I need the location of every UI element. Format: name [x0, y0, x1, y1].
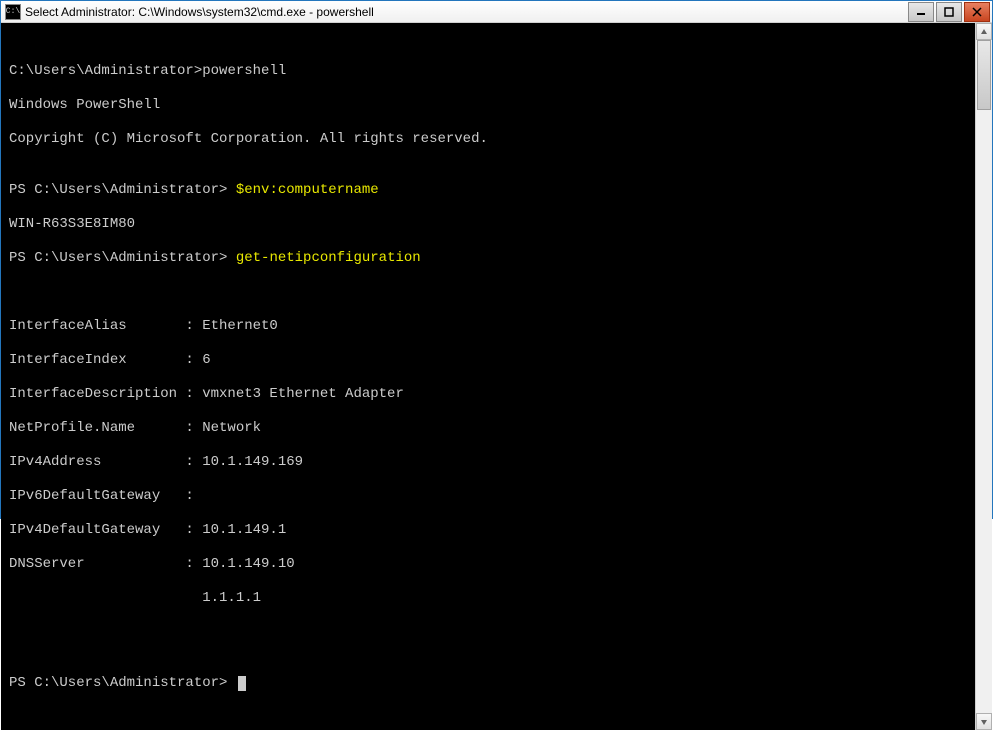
- vertical-scrollbar[interactable]: [975, 23, 992, 730]
- config-row: InterfaceDescription: vmxnet3 Ethernet A…: [9, 386, 971, 403]
- output-line: Windows PowerShell: [9, 97, 971, 114]
- close-button[interactable]: [964, 2, 990, 22]
- config-row: InterfaceIndex: 6: [9, 352, 971, 369]
- console-window: C:\ Select Administrator: C:\Windows\sys…: [0, 0, 993, 519]
- colon-blank: [185, 590, 202, 607]
- ps-prompt: PS C:\Users\Administrator>: [9, 675, 236, 691]
- colon: :: [185, 420, 202, 437]
- colon: :: [185, 318, 202, 335]
- colon: :: [185, 522, 202, 539]
- config-label: NetProfile.Name: [9, 420, 185, 437]
- config-value: Network: [202, 420, 261, 437]
- command-input: $env:computername: [236, 182, 379, 198]
- output-line: PS C:\Users\Administrator> get-netipconf…: [9, 250, 971, 267]
- colon: :: [185, 488, 202, 505]
- config-value: 1.1.1.1: [202, 590, 261, 607]
- colon: :: [185, 352, 202, 369]
- config-label: InterfaceAlias: [9, 318, 185, 335]
- client-area: C:\Users\Administrator>powershell Window…: [1, 23, 992, 730]
- config-label: InterfaceIndex: [9, 352, 185, 369]
- ps-prompt: PS C:\Users\Administrator>: [9, 182, 236, 198]
- config-value: 6: [202, 352, 210, 369]
- minimize-button[interactable]: [908, 2, 934, 22]
- prompt-line: PS C:\Users\Administrator>: [9, 675, 971, 692]
- colon: :: [185, 386, 202, 403]
- config-row: 1.1.1.1: [9, 590, 971, 607]
- config-value: vmxnet3 Ethernet Adapter: [202, 386, 404, 403]
- command-input: get-netipconfiguration: [236, 250, 421, 266]
- config-value: 10.1.149.169: [202, 454, 303, 471]
- config-row: NetProfile.Name: Network: [9, 420, 971, 437]
- output-line: Copyright (C) Microsoft Corporation. All…: [9, 131, 971, 148]
- chevron-up-icon: [980, 28, 988, 36]
- config-label: IPv4DefaultGateway: [9, 522, 185, 539]
- close-icon: [972, 7, 982, 17]
- config-row: IPv6DefaultGateway:: [9, 488, 971, 505]
- chevron-down-icon: [980, 718, 988, 726]
- config-value: Ethernet0: [202, 318, 278, 335]
- output-line: PS C:\Users\Administrator> $env:computer…: [9, 182, 971, 199]
- config-label: IPv4Address: [9, 454, 185, 471]
- output-line: WIN-R63S3E8IM80: [9, 216, 971, 233]
- titlebar[interactable]: C:\ Select Administrator: C:\Windows\sys…: [1, 1, 992, 23]
- terminal-output[interactable]: C:\Users\Administrator>powershell Window…: [1, 23, 975, 730]
- cmd-text: powershell: [202, 63, 286, 79]
- config-label: InterfaceDescription: [9, 386, 185, 403]
- config-row: DNSServer: 10.1.149.10: [9, 556, 971, 573]
- config-row: IPv4DefaultGateway: 10.1.149.1: [9, 522, 971, 539]
- output-line: C:\Users\Administrator>powershell: [9, 63, 971, 80]
- config-label-blank: [9, 590, 185, 607]
- window-controls: [908, 1, 992, 22]
- config-value: 10.1.149.1: [202, 522, 286, 539]
- cursor: [238, 676, 246, 691]
- app-icon: C:\: [5, 4, 21, 20]
- config-label: DNSServer: [9, 556, 185, 573]
- window-title: Select Administrator: C:\Windows\system3…: [25, 5, 908, 19]
- cmd-prompt: C:\Users\Administrator>: [9, 63, 202, 79]
- scroll-down-button[interactable]: [976, 713, 992, 730]
- minimize-icon: [916, 7, 926, 17]
- config-label: IPv6DefaultGateway: [9, 488, 185, 505]
- config-row: IPv4Address: 10.1.149.169: [9, 454, 971, 471]
- config-value: 10.1.149.10: [202, 556, 294, 573]
- colon: :: [185, 556, 202, 573]
- config-row: InterfaceAlias: Ethernet0: [9, 318, 971, 335]
- maximize-button[interactable]: [936, 2, 962, 22]
- scrollbar-track[interactable]: [976, 40, 992, 713]
- ps-prompt: PS C:\Users\Administrator>: [9, 250, 236, 266]
- colon: :: [185, 454, 202, 471]
- scrollbar-thumb[interactable]: [977, 40, 991, 110]
- scroll-up-button[interactable]: [976, 23, 992, 40]
- maximize-icon: [944, 7, 954, 17]
